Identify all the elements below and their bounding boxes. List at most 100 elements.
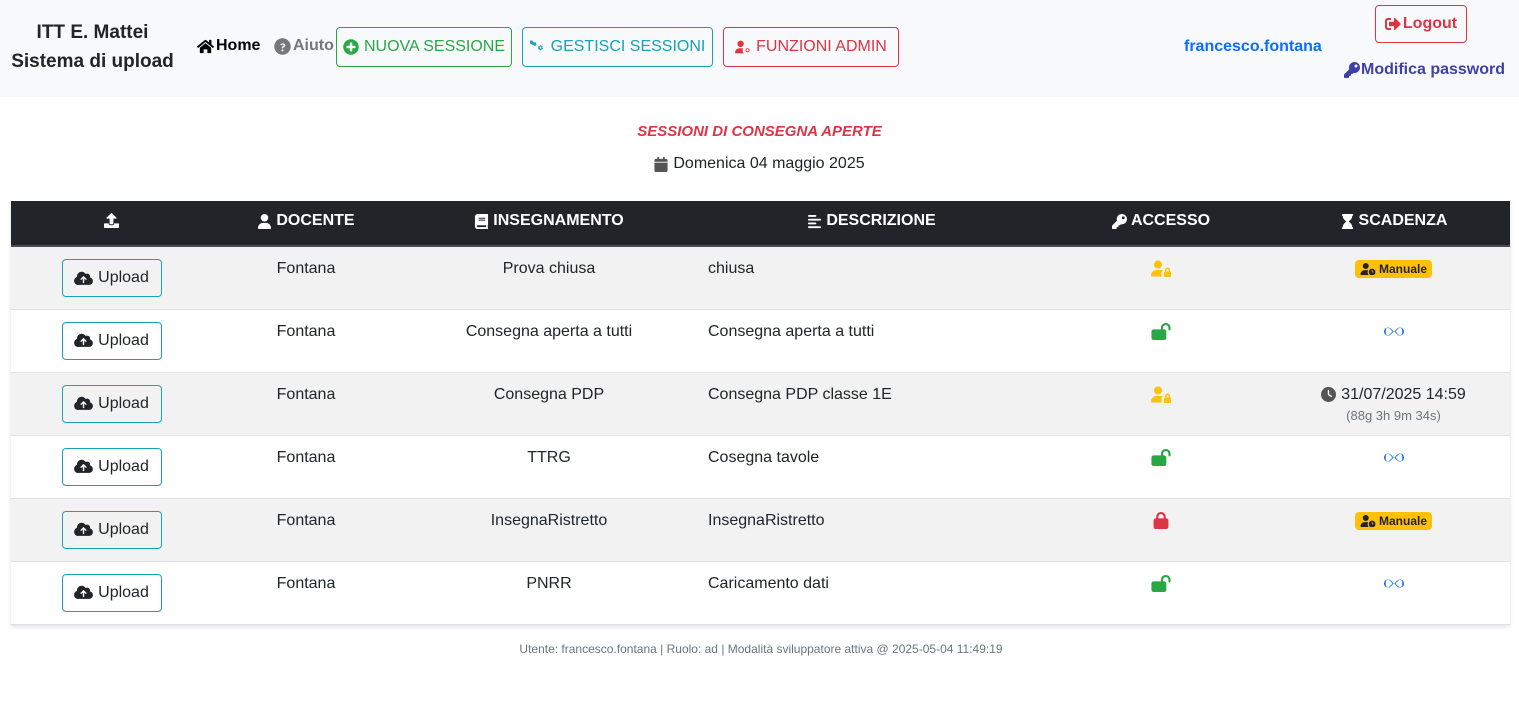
nav-help-label: Aiuto xyxy=(293,37,334,54)
header-course: INSEGNAMENTO xyxy=(400,201,698,247)
upload-button-label: Upload xyxy=(98,269,149,286)
cloud-upload-icon xyxy=(74,459,94,474)
cell-description: Cosegna tavole xyxy=(708,448,820,466)
unlock-icon xyxy=(1151,322,1171,340)
navbar: ITT E. Mattei Sistema di upload Home Aiu… xyxy=(0,0,1519,97)
admin-functions-button[interactable]: FUNZIONI ADMIN xyxy=(723,27,899,67)
cell-description: chiusa xyxy=(708,260,755,277)
table-row-6: Upload Fontana PNRR Caricamento dati xyxy=(11,561,1510,624)
username-link[interactable]: francesco.fontana xyxy=(1184,38,1322,56)
clock-icon xyxy=(1321,387,1337,402)
cell-teacher: Fontana xyxy=(276,448,336,466)
unlock-icon xyxy=(1151,448,1171,466)
upload-button-label: Upload xyxy=(98,331,149,349)
upload-button[interactable]: Upload xyxy=(61,447,162,486)
upload-button-label: Upload xyxy=(98,583,149,601)
table-row-2: Upload Fontana Consegna aperta a tutti C… xyxy=(11,309,1510,372)
upload-button[interactable]: Upload xyxy=(61,510,162,549)
cell-upload: Upload xyxy=(11,435,212,498)
cloud-upload-icon xyxy=(74,396,94,411)
upload-button-label: Upload xyxy=(98,457,149,475)
cell-access xyxy=(1045,561,1277,624)
upload-button[interactable]: Upload xyxy=(61,321,162,360)
user-icon xyxy=(258,213,272,229)
manage-sessions-button[interactable]: GESTISCI SESSIONI xyxy=(522,27,713,67)
cell-access xyxy=(1045,498,1277,561)
cell-teacher: Fontana xyxy=(276,322,336,340)
deadline-badge: Manuale xyxy=(1354,260,1432,278)
page-title: SESSIONI DI CONSEGNA APERTE xyxy=(637,123,882,140)
user-cog-icon xyxy=(735,40,750,54)
cell-description: Caricamento dati xyxy=(708,574,829,592)
page-date: Domenica 04 maggio 2025 xyxy=(0,155,1519,173)
cloud-upload-icon xyxy=(74,522,94,537)
header-description-label: DESCRIZIONE xyxy=(826,212,936,230)
nav-help[interactable]: Aiuto xyxy=(274,37,334,55)
nav-home[interactable]: Home xyxy=(197,37,260,55)
align-left-icon xyxy=(808,214,822,228)
infinity-icon xyxy=(1383,327,1404,335)
brand[interactable]: ITT E. Mattei Sistema di upload xyxy=(0,18,185,76)
key-icon xyxy=(1344,62,1360,78)
logout-button[interactable]: Logout xyxy=(1375,5,1467,43)
book-icon xyxy=(475,213,489,229)
brand-line2: Sistema di upload xyxy=(11,51,174,72)
cell-upload: Upload xyxy=(11,246,212,309)
cell-access xyxy=(1045,435,1277,498)
table-row-3: Upload Fontana Consegna PDP Consegna PDP… xyxy=(11,372,1510,435)
header-upload xyxy=(11,201,212,247)
table-row-1: Upload Fontana Prova chiusa chiusa Manua… xyxy=(11,246,1510,309)
upload-button[interactable]: Upload xyxy=(61,384,162,423)
header-deadline-label: SCADENZA xyxy=(1358,212,1448,230)
infinity-icon xyxy=(1383,579,1404,587)
cell-course: Prova chiusa xyxy=(502,260,596,277)
header-teacher-label: DOCENTE xyxy=(276,212,355,230)
upload-button[interactable]: Upload xyxy=(61,259,162,297)
cell-teacher: Fontana xyxy=(276,385,336,403)
cell-description: InsegnaRistretto xyxy=(708,511,825,529)
new-session-label: NUOVA SESSIONE xyxy=(363,38,506,55)
cell-deadline: 31/07/2025 14:59 (88g 3h 9m 34s) xyxy=(1277,372,1510,435)
cell-access xyxy=(1045,309,1277,372)
deadline-date-text: 31/07/2025 14:59 xyxy=(1341,385,1466,403)
users-lock-icon xyxy=(1151,260,1171,277)
table-row-4: Upload Fontana TTRG Cosegna tavole xyxy=(11,435,1510,498)
cell-course: PNRR xyxy=(526,574,572,592)
upload-button[interactable]: Upload xyxy=(61,573,162,612)
header-description: DESCRIZIONE xyxy=(698,201,1045,247)
user-clock-icon xyxy=(1360,263,1376,275)
cell-course: InsegnaRistretto xyxy=(490,511,608,529)
cell-deadline xyxy=(1277,309,1510,372)
upload-button-label: Upload xyxy=(98,520,149,538)
logout-label: Logout xyxy=(1402,15,1458,32)
cell-teacher: Fontana xyxy=(276,511,336,529)
lock-icon xyxy=(1153,511,1169,529)
deadline-remaining: (88g 3h 9m 34s) xyxy=(1346,408,1441,423)
footer-status: Utente: francesco.fontana | Ruolo: ad | … xyxy=(519,642,1003,656)
cell-upload: Upload xyxy=(11,498,212,561)
cell-upload: Upload xyxy=(11,561,212,624)
table-header-row: DOCENTE INSEGNAMENTO DESCRIZIONE ACCESSO… xyxy=(11,201,1510,247)
question-circle-icon xyxy=(274,37,291,55)
change-password-link[interactable]: Modifica password xyxy=(1344,61,1505,79)
manage-sessions-label: GESTISCI SESSIONI xyxy=(550,38,706,55)
cell-teacher: Fontana xyxy=(276,574,336,592)
cell-course: Consegna PDP xyxy=(493,385,605,403)
sign-out-icon xyxy=(1384,18,1401,30)
brand-line1: ITT E. Mattei xyxy=(36,22,149,43)
header-access: ACCESSO xyxy=(1045,201,1277,247)
key-icon xyxy=(1111,213,1127,229)
deadline-badge-label: Manuale xyxy=(1378,513,1427,528)
cell-access xyxy=(1045,372,1277,435)
cloud-upload-icon xyxy=(74,271,94,285)
users-lock-icon xyxy=(1151,386,1171,403)
header-course-label: INSEGNAMENTO xyxy=(493,212,624,230)
hourglass-icon xyxy=(1341,213,1353,229)
table-row-5: Upload Fontana InsegnaRistretto InsegnaR… xyxy=(11,498,1510,561)
cell-teacher: Fontana xyxy=(276,260,336,277)
new-session-button[interactable]: NUOVA SESSIONE xyxy=(336,27,512,67)
cell-deadline xyxy=(1277,561,1510,624)
deadline-badge-label: Manuale xyxy=(1378,262,1427,276)
cell-course: Consegna aperta a tutti xyxy=(465,322,633,340)
nav-home-label: Home xyxy=(216,37,261,54)
